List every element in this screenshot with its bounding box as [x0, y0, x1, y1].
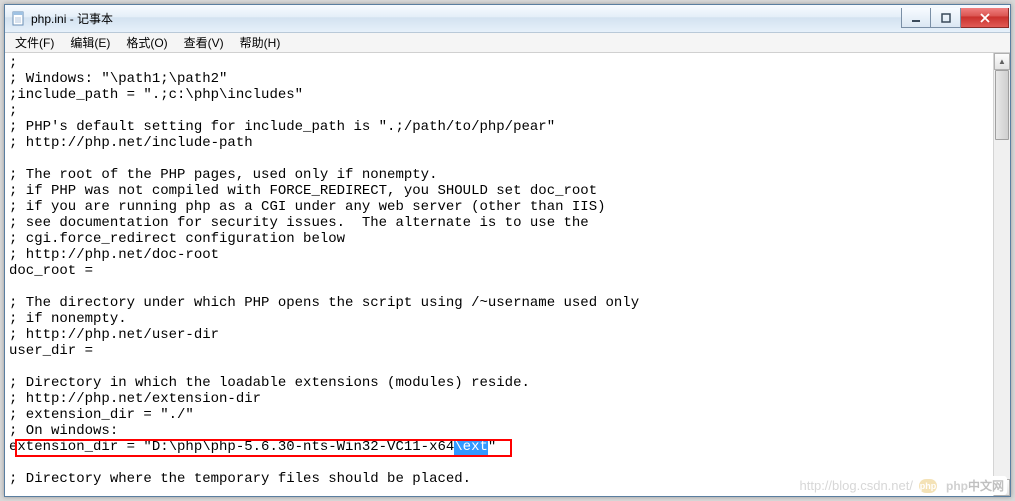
- watermark-url: http://blog.csdn.net/: [800, 478, 913, 493]
- scroll-up-button[interactable]: ▲: [994, 53, 1010, 70]
- titlebar[interactable]: php.ini - 记事本: [5, 5, 1010, 33]
- menu-view[interactable]: 查看(V): [176, 32, 232, 53]
- maximize-button[interactable]: [931, 8, 961, 28]
- watermark: http://blog.csdn.net/ php php中文网: [800, 476, 1007, 495]
- notepad-icon: [11, 11, 27, 27]
- badge-php: php: [946, 479, 968, 493]
- window-controls: [901, 8, 1009, 28]
- watermark-badge: php中文网: [943, 476, 1007, 495]
- badge-cn: 中文网: [968, 477, 1004, 494]
- window: php.ini - 记事本 文件(F) 编辑(E) 格式(O) 查看(V) 帮助…: [4, 4, 1011, 497]
- text-selection: \ext: [454, 439, 488, 455]
- menu-help[interactable]: 帮助(H): [232, 32, 289, 53]
- text-content[interactable]: ; ; Windows: "\path1;\path2" ;include_pa…: [7, 53, 977, 496]
- menu-file[interactable]: 文件(F): [7, 32, 62, 53]
- menubar: 文件(F) 编辑(E) 格式(O) 查看(V) 帮助(H): [5, 33, 1010, 53]
- content-wrap: ; ; Windows: "\path1;\path2" ;include_pa…: [5, 53, 1010, 496]
- menu-format[interactable]: 格式(O): [118, 32, 175, 53]
- minimize-button[interactable]: [901, 8, 931, 28]
- scroll-thumb[interactable]: [995, 70, 1009, 140]
- vertical-scrollbar[interactable]: ▲ ▼: [993, 53, 1010, 496]
- php-logo-icon: php: [919, 479, 937, 493]
- window-title: php.ini - 记事本: [31, 10, 113, 27]
- close-button[interactable]: [961, 8, 1009, 28]
- scroll-track[interactable]: [994, 70, 1010, 479]
- menu-edit[interactable]: 编辑(E): [62, 32, 118, 53]
